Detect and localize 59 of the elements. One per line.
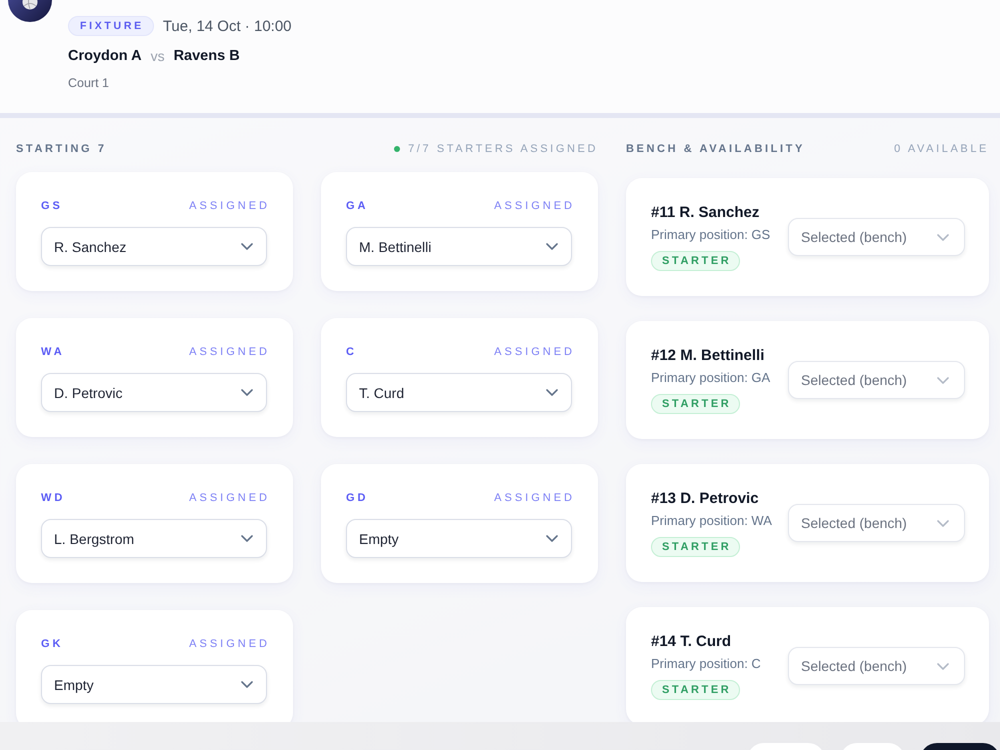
chevron-icon <box>937 234 949 240</box>
section-title: STARTING 7 <box>16 142 107 156</box>
available-count: 0 AVAILABLE <box>894 142 989 156</box>
position-code: GD <box>346 492 368 504</box>
player-select[interactable]: D. Petrovic <box>41 373 267 412</box>
player-select[interactable]: L. Bergstrom <box>41 519 267 558</box>
bench-status-select[interactable]: Selected (bench) <box>788 361 965 399</box>
primary-position: Primary position: WA <box>651 512 772 528</box>
position-status: ASSIGNED <box>494 492 575 504</box>
primary-position: Primary position: GS <box>651 226 770 242</box>
position-status: ASSIGNED <box>189 492 270 504</box>
assigned-count: 7/7 STARTERS ASSIGNED <box>408 142 598 156</box>
chevron-icon <box>241 243 253 250</box>
player-name: #12 M. Bettinelli <box>651 346 766 364</box>
chevron-icon <box>241 535 253 542</box>
fixture-badge: FIXTURE <box>68 16 154 36</box>
player-select[interactable]: M. Bettinelli <box>346 227 572 266</box>
starter-tag: STARTER <box>651 536 740 556</box>
player-select[interactable]: Empty <box>41 665 267 704</box>
primary-position: Primary position: C <box>651 656 761 672</box>
chevron-icon <box>241 681 253 688</box>
chevron-icon <box>241 389 253 396</box>
starter-tag: STARTER <box>651 394 740 414</box>
chevron-icon <box>546 535 558 542</box>
primary-position: Primary position: GA <box>651 370 770 386</box>
bench-status-select[interactable]: Selected (bench) <box>788 647 965 685</box>
position-status: ASSIGNED <box>189 200 270 212</box>
starter-tag: STARTER <box>651 250 740 270</box>
position-code: GA <box>346 200 368 212</box>
chevron-icon <box>937 376 949 384</box>
versus-label: vs <box>150 48 165 64</box>
chevron-icon <box>937 520 949 526</box>
position-code: C <box>346 346 357 358</box>
player-select[interactable]: R. Sanchez <box>41 227 267 266</box>
position-code: GK <box>41 638 64 650</box>
player-name: #11 R. Sanchez <box>651 204 760 222</box>
position-status: ASSIGNED <box>494 200 575 212</box>
away-team: Ravens B <box>174 48 240 64</box>
position-code: GS <box>41 200 63 212</box>
player-select[interactable]: T. Curd <box>346 373 572 412</box>
position-status: ASSIGNED <box>189 638 270 650</box>
position-code: WD <box>41 492 66 504</box>
starter-tag: STARTER <box>651 680 740 700</box>
chevron-icon <box>937 662 949 670</box>
section-title: BENCH & AVAILABILITY <box>626 142 805 156</box>
player-name: #13 D. Petrovic <box>651 490 760 508</box>
bench-status-select[interactable]: Selected (bench) <box>788 218 965 256</box>
position-code: WA <box>41 346 65 358</box>
bench-status-select[interactable]: Selected (bench) <box>788 504 965 542</box>
fixture-date: Tue, 14 Oct · 10:00 <box>162 18 292 34</box>
position-status: ASSIGNED <box>494 346 575 358</box>
player-name: #14 T. Curd <box>651 632 732 650</box>
position-status: ASSIGNED <box>189 346 270 358</box>
chevron-icon <box>546 243 558 250</box>
venue-label: Court 1 <box>68 75 110 91</box>
chevron-icon <box>546 389 558 396</box>
home-team: Croydon A <box>68 48 142 64</box>
status-dot-icon <box>394 146 400 152</box>
player-select[interactable]: Empty <box>346 519 572 558</box>
